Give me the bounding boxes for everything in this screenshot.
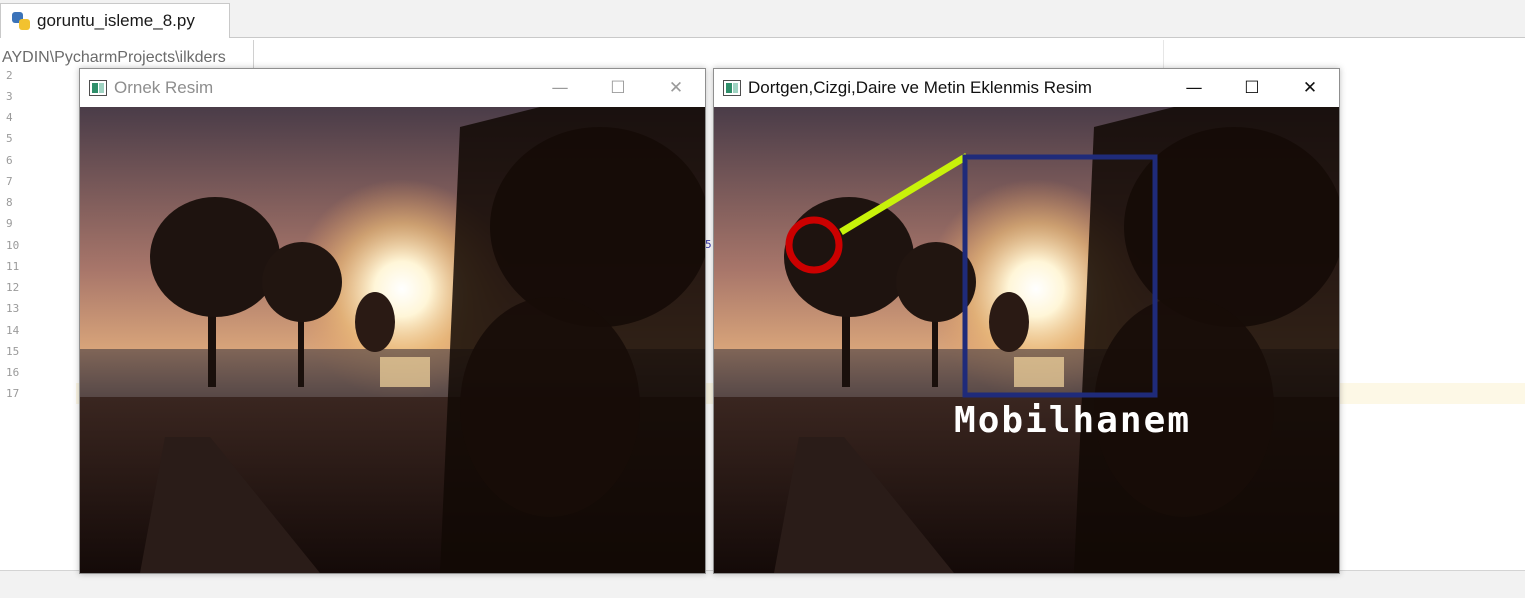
line-number: 2	[6, 69, 13, 82]
line-number: 10	[6, 239, 20, 252]
image-window-annotated[interactable]: Dortgen,Cizgi,Daire ve Metin Eklenmis Re…	[713, 68, 1340, 574]
line-number: 5	[6, 132, 13, 145]
minimize-button[interactable]: —	[1165, 69, 1223, 107]
window-title: Dortgen,Cizgi,Daire ve Metin Eklenmis Re…	[748, 78, 1092, 97]
line-number: 12	[6, 281, 20, 294]
python-file-icon	[11, 11, 31, 31]
maximize-button[interactable]: ☐	[1223, 69, 1281, 107]
line-number: 15	[6, 345, 20, 358]
project-path-breadcrumb[interactable]: AYDIN\PycharmProjects\ilkders	[0, 40, 254, 68]
editor-tab-label: goruntu_isleme_8.py	[37, 11, 195, 30]
line-number: 8	[6, 196, 13, 209]
line-number: 3	[6, 90, 13, 103]
line-number: 11	[6, 260, 20, 273]
line-number: 13	[6, 302, 20, 315]
window-titlebar[interactable]: Ornek Resim — ☐ ✕	[80, 69, 705, 107]
line-number: 6	[6, 154, 13, 167]
sunset-image	[80, 107, 705, 573]
line-number: 17	[6, 387, 20, 400]
minimize-button[interactable]: —	[531, 69, 589, 107]
maximize-button[interactable]: ☐	[589, 69, 647, 107]
line-number-gutter: 2 3 4 5 6 7 8 9 10 11 12 13 14 15 16 17	[0, 68, 76, 570]
window-titlebar[interactable]: Dortgen,Cizgi,Daire ve Metin Eklenmis Re…	[714, 69, 1339, 107]
opencv-window-icon	[89, 80, 107, 96]
annotated-sunset-image: Mobilhanem	[714, 107, 1339, 573]
editor-tab[interactable]: goruntu_isleme_8.py	[0, 3, 230, 38]
line-number: 4	[6, 111, 13, 124]
opencv-window-icon	[723, 80, 741, 96]
editor-tab-bar: goruntu_isleme_8.py	[0, 0, 1525, 38]
line-number: 7	[6, 175, 13, 188]
status-bar	[0, 570, 1525, 598]
line-number: 14	[6, 324, 20, 337]
image-window-original[interactable]: Ornek Resim — ☐ ✕	[79, 68, 706, 574]
window-title: Ornek Resim	[114, 78, 214, 97]
close-button[interactable]: ✕	[1281, 69, 1339, 107]
line-number: 9	[6, 217, 13, 230]
line-number: 16	[6, 366, 20, 379]
close-button[interactable]: ✕	[647, 69, 705, 107]
